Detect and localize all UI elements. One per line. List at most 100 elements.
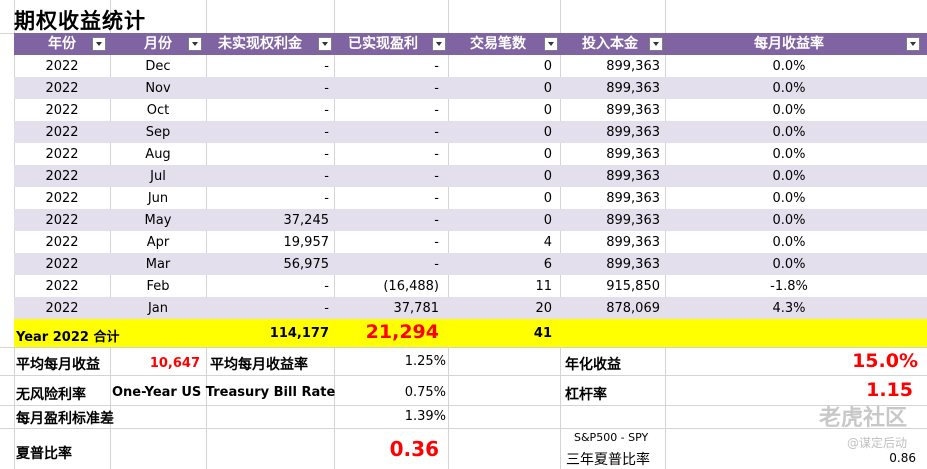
cell-capital[interactable]: 915,850 xyxy=(560,275,660,297)
header-rate: 每月收益率 xyxy=(754,36,824,52)
cell-rate[interactable]: -1.8% xyxy=(665,275,913,297)
cell-rate[interactable]: 0.0% xyxy=(665,99,913,121)
cell-trades[interactable]: 0 xyxy=(448,99,552,121)
cell-year[interactable]: 2022 xyxy=(14,231,110,253)
cell-trades[interactable]: 0 xyxy=(448,121,552,143)
cell-rate[interactable]: 0.0% xyxy=(665,143,913,165)
table-row: 2022 Jun - -0 899,363 0.0% xyxy=(14,187,927,209)
cell-month[interactable]: Feb xyxy=(110,275,206,297)
cell-year[interactable]: 2022 xyxy=(14,99,110,121)
cell-trades[interactable]: 0 xyxy=(448,55,552,77)
cell-unrealized[interactable]: - xyxy=(206,121,329,143)
cell-capital[interactable]: 899,363 xyxy=(560,55,660,77)
cell-trades[interactable]: 4 xyxy=(448,231,552,253)
cell-trades[interactable]: 20 xyxy=(448,297,552,319)
filter-dropdown-realized[interactable] xyxy=(432,37,446,51)
table-row: 2022 Apr 19,957-4 899,363 0.0% xyxy=(14,231,927,253)
cell-capital[interactable]: 899,363 xyxy=(560,99,660,121)
cell-unrealized[interactable]: - xyxy=(206,187,329,209)
cell-unrealized[interactable]: 19,957 xyxy=(206,231,330,253)
cell-realized[interactable]: - xyxy=(334,253,439,275)
cell-realized[interactable]: (16,488) xyxy=(334,275,439,297)
cell-rate[interactable]: 0.0% xyxy=(665,231,913,253)
cell-trades[interactable]: 0 xyxy=(448,165,552,187)
cell-rate[interactable]: 0.0% xyxy=(665,121,913,143)
cell-month[interactable]: Jan xyxy=(110,297,206,319)
cell-realized[interactable]: - xyxy=(334,77,439,99)
cell-unrealized[interactable]: - xyxy=(206,143,329,165)
cell-month[interactable]: Dec xyxy=(110,55,206,77)
cell-year[interactable]: 2022 xyxy=(14,121,110,143)
cell-rate[interactable]: 0.0% xyxy=(665,209,913,231)
spy-sharpe-label: 三年夏普比率 xyxy=(566,452,650,468)
table-row: 2022 May 37,245-0 899,363 0.0% xyxy=(14,209,927,231)
cell-month[interactable]: Aug xyxy=(110,143,206,165)
filter-dropdown-unrealized[interactable] xyxy=(318,37,332,51)
cell-year[interactable]: 2022 xyxy=(14,209,110,231)
table-row: 2022 Feb - (16,488) 11 915,850 -1.8% xyxy=(14,275,927,297)
cell-year[interactable]: 2022 xyxy=(14,187,110,209)
cell-capital[interactable]: 899,363 xyxy=(560,187,660,209)
cell-unrealized[interactable]: 56,975 xyxy=(206,253,330,275)
cell-realized[interactable]: - xyxy=(334,99,439,121)
cell-trades[interactable]: 0 xyxy=(448,187,552,209)
cell-capital[interactable]: 899,363 xyxy=(560,165,660,187)
cell-rate[interactable]: 0.0% xyxy=(665,77,913,99)
cell-year[interactable]: 2022 xyxy=(14,143,110,165)
cell-month[interactable]: Apr xyxy=(110,231,206,253)
cell-trades[interactable]: 0 xyxy=(448,209,552,231)
cell-month[interactable]: Jul xyxy=(110,165,206,187)
cell-capital[interactable]: 899,363 xyxy=(560,253,660,275)
cell-capital[interactable]: 899,363 xyxy=(560,121,660,143)
cell-unrealized[interactable]: - xyxy=(206,275,329,297)
cell-unrealized[interactable]: - xyxy=(206,77,329,99)
cell-month[interactable]: Mar xyxy=(110,253,206,275)
cell-capital[interactable]: 899,363 xyxy=(560,77,660,99)
cell-month[interactable]: Oct xyxy=(110,99,206,121)
cell-unrealized[interactable]: - xyxy=(206,55,329,77)
cell-capital[interactable]: 899,363 xyxy=(560,231,660,253)
filter-dropdown-year[interactable] xyxy=(92,37,106,51)
cell-capital[interactable]: 899,363 xyxy=(560,143,660,165)
cell-rate[interactable]: 0.0% xyxy=(665,253,913,275)
filter-dropdown-trades[interactable] xyxy=(544,37,558,51)
cell-realized[interactable]: - xyxy=(334,165,439,187)
filter-dropdown-rate[interactable] xyxy=(906,37,920,51)
cell-unrealized[interactable]: 37,245 xyxy=(206,209,330,231)
cell-year[interactable]: 2022 xyxy=(14,275,110,297)
cell-year[interactable]: 2022 xyxy=(14,297,110,319)
cell-year[interactable]: 2022 xyxy=(14,165,110,187)
cell-trades[interactable]: 11 xyxy=(448,275,552,297)
cell-capital[interactable]: 899,363 xyxy=(560,209,660,231)
cell-trades[interactable]: 0 xyxy=(448,143,552,165)
cell-month[interactable]: Sep xyxy=(110,121,206,143)
cell-year[interactable]: 2022 xyxy=(14,77,110,99)
stdev-label: 每月盈利标准差 xyxy=(16,411,114,427)
cell-year[interactable]: 2022 xyxy=(14,253,110,275)
cell-realized[interactable]: - xyxy=(334,55,439,77)
cell-trades[interactable]: 6 xyxy=(448,253,552,275)
cell-realized[interactable]: - xyxy=(334,121,439,143)
cell-year[interactable]: 2022 xyxy=(14,55,110,77)
filter-dropdown-month[interactable] xyxy=(188,37,202,51)
cell-unrealized[interactable]: - xyxy=(206,165,329,187)
filter-dropdown-capital[interactable] xyxy=(649,37,663,51)
cell-realized[interactable]: - xyxy=(334,231,439,253)
cell-capital[interactable]: 878,069 xyxy=(560,297,660,319)
cell-realized[interactable]: - xyxy=(334,209,439,231)
table-row: 2022 Dec - -0 899,363 0.0% xyxy=(14,55,927,77)
cell-rate[interactable]: 4.3% xyxy=(665,297,913,319)
cell-unrealized[interactable]: - xyxy=(206,99,329,121)
cell-trades[interactable]: 0 xyxy=(448,77,552,99)
cell-month[interactable]: Jun xyxy=(110,187,206,209)
cell-rate[interactable]: 0.0% xyxy=(665,165,913,187)
table-row: 2022 Sep - -0 899,363 0.0% xyxy=(14,121,927,143)
cell-month[interactable]: Nov xyxy=(110,77,206,99)
cell-realized[interactable]: - xyxy=(334,143,439,165)
cell-realized[interactable]: 37,781 xyxy=(334,297,440,319)
cell-realized[interactable]: - xyxy=(334,187,439,209)
cell-unrealized[interactable]: - xyxy=(206,297,329,319)
cell-month[interactable]: May xyxy=(110,209,206,231)
cell-rate[interactable]: 0.0% xyxy=(665,187,913,209)
cell-rate[interactable]: 0.0% xyxy=(665,55,913,77)
